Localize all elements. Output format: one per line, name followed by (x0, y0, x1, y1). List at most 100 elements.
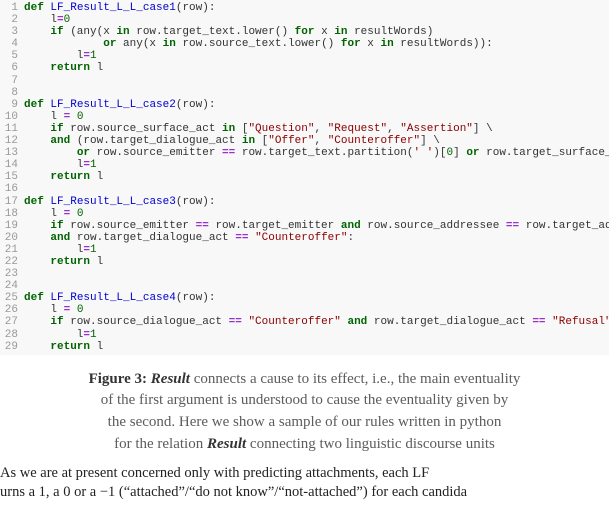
caption-text-3: the second. Here we show a sample of our… (108, 414, 502, 430)
line-number: 9 (0, 99, 24, 111)
line-number: 23 (0, 268, 24, 280)
code-source (24, 268, 609, 280)
caption-text-1: connects a cause to its effect, i.e., th… (190, 371, 520, 387)
code-line: 2 l=0 (0, 14, 609, 26)
code-source: l=1 (24, 244, 609, 256)
code-source: or row.source_emitter == row.target_text… (24, 147, 609, 159)
figure-term-2: Result (207, 436, 246, 452)
code-source (24, 280, 609, 292)
code-line: 22 return l (0, 256, 609, 268)
line-number: 4 (0, 38, 24, 50)
code-line: 16 (0, 183, 609, 195)
line-number: 3 (0, 26, 24, 38)
line-number: 20 (0, 232, 24, 244)
code-source: if (any(x in row.target_text.lower() for… (24, 26, 609, 38)
code-line: 12 and (row.target_dialogue_act in ["Off… (0, 135, 609, 147)
line-number: 27 (0, 316, 24, 328)
code-line: 18 l = 0 (0, 208, 609, 220)
line-number: 6 (0, 62, 24, 74)
line-number: 24 (0, 280, 24, 292)
code-line: 14 l=1 (0, 159, 609, 171)
body-line-1: As we are at present concerned only with… (0, 465, 429, 481)
code-source: def LF_Result_L_L_case1(row): (24, 2, 609, 14)
code-line: 25def LF_Result_L_L_case4(row): (0, 292, 609, 304)
code-line: 19 if row.source_emitter == row.target_e… (0, 220, 609, 232)
line-number: 29 (0, 341, 24, 353)
caption-text-2: of the first argument is understood to c… (101, 392, 509, 408)
code-source: if row.source_emitter == row.target_emit… (24, 220, 609, 232)
line-number: 25 (0, 292, 24, 304)
line-number: 13 (0, 147, 24, 159)
line-number: 7 (0, 75, 24, 87)
code-source: l=1 (24, 50, 609, 62)
code-source: return l (24, 62, 609, 74)
code-source: l=1 (24, 329, 609, 341)
code-source: if row.source_surface_act in ["Question"… (24, 123, 609, 135)
code-source: return l (24, 171, 609, 183)
code-line: 27 if row.source_dialogue_act == "Counte… (0, 316, 609, 328)
caption-text-4b: connecting two linguistic discourse unit… (246, 436, 495, 452)
code-line: 5 l=1 (0, 50, 609, 62)
code-source: or any(x in row.source_text.lower() for … (24, 38, 609, 50)
code-source: l = 0 (24, 111, 609, 123)
code-source: return l (24, 341, 609, 353)
line-number: 19 (0, 220, 24, 232)
code-line: 15 return l (0, 171, 609, 183)
code-line: 1def LF_Result_L_L_case1(row): (0, 2, 609, 14)
code-line: 24 (0, 280, 609, 292)
code-source: def LF_Result_L_L_case2(row): (24, 99, 609, 111)
code-line: 9def LF_Result_L_L_case2(row): (0, 99, 609, 111)
line-number: 26 (0, 304, 24, 316)
line-number: 1 (0, 2, 24, 14)
line-number: 8 (0, 87, 24, 99)
caption-text-4a: for the relation (114, 436, 207, 452)
line-number: 28 (0, 329, 24, 341)
code-line: 26 l = 0 (0, 304, 609, 316)
line-number: 10 (0, 111, 24, 123)
code-source: def LF_Result_L_L_case3(row): (24, 196, 609, 208)
code-line: 17def LF_Result_L_L_case3(row): (0, 196, 609, 208)
code-line: 28 l=1 (0, 329, 609, 341)
code-line: 4 or any(x in row.source_text.lower() fo… (0, 38, 609, 50)
code-line: 23 (0, 268, 609, 280)
code-line: 13 or row.source_emitter == row.target_t… (0, 147, 609, 159)
code-source: and row.target_dialogue_act == "Countero… (24, 232, 609, 244)
figure-caption: Figure 3: Result connects a cause to its… (0, 355, 609, 464)
code-source (24, 183, 609, 195)
code-source: and (row.target_dialogue_act in ["Offer"… (24, 135, 609, 147)
body-line-2: urns a 1, a 0 or a −1 (“attached”/“do no… (0, 484, 467, 500)
code-line: 3 if (any(x in row.target_text.lower() f… (0, 26, 609, 38)
line-number: 22 (0, 256, 24, 268)
line-number: 11 (0, 123, 24, 135)
code-line: 29 return l (0, 341, 609, 353)
code-line: 8 (0, 87, 609, 99)
line-number: 12 (0, 135, 24, 147)
line-number: 16 (0, 183, 24, 195)
python-code-block: 1def LF_Result_L_L_case1(row):2 l=03 if … (0, 0, 609, 355)
code-line: 20 and row.target_dialogue_act == "Count… (0, 232, 609, 244)
line-number: 2 (0, 14, 24, 26)
code-line: 10 l = 0 (0, 111, 609, 123)
code-line: 21 l=1 (0, 244, 609, 256)
code-line: 6 return l (0, 62, 609, 74)
code-source: l=1 (24, 159, 609, 171)
line-number: 18 (0, 208, 24, 220)
line-number: 5 (0, 50, 24, 62)
figure-term-1: Result (151, 371, 190, 387)
code-source: l = 0 (24, 208, 609, 220)
body-paragraph: As we are at present concerned only with… (0, 464, 609, 503)
code-source: l=0 (24, 14, 609, 26)
figure-label: Figure 3: (89, 371, 147, 387)
code-line: 11 if row.source_surface_act in ["Questi… (0, 123, 609, 135)
code-source: return l (24, 256, 609, 268)
line-number: 15 (0, 171, 24, 183)
line-number: 21 (0, 244, 24, 256)
code-source (24, 75, 609, 87)
code-source: l = 0 (24, 304, 609, 316)
line-number: 14 (0, 159, 24, 171)
code-source: if row.source_dialogue_act == "Counterof… (24, 316, 609, 328)
code-source: def LF_Result_L_L_case4(row): (24, 292, 609, 304)
code-source (24, 87, 609, 99)
line-number: 17 (0, 196, 24, 208)
code-line: 7 (0, 75, 609, 87)
